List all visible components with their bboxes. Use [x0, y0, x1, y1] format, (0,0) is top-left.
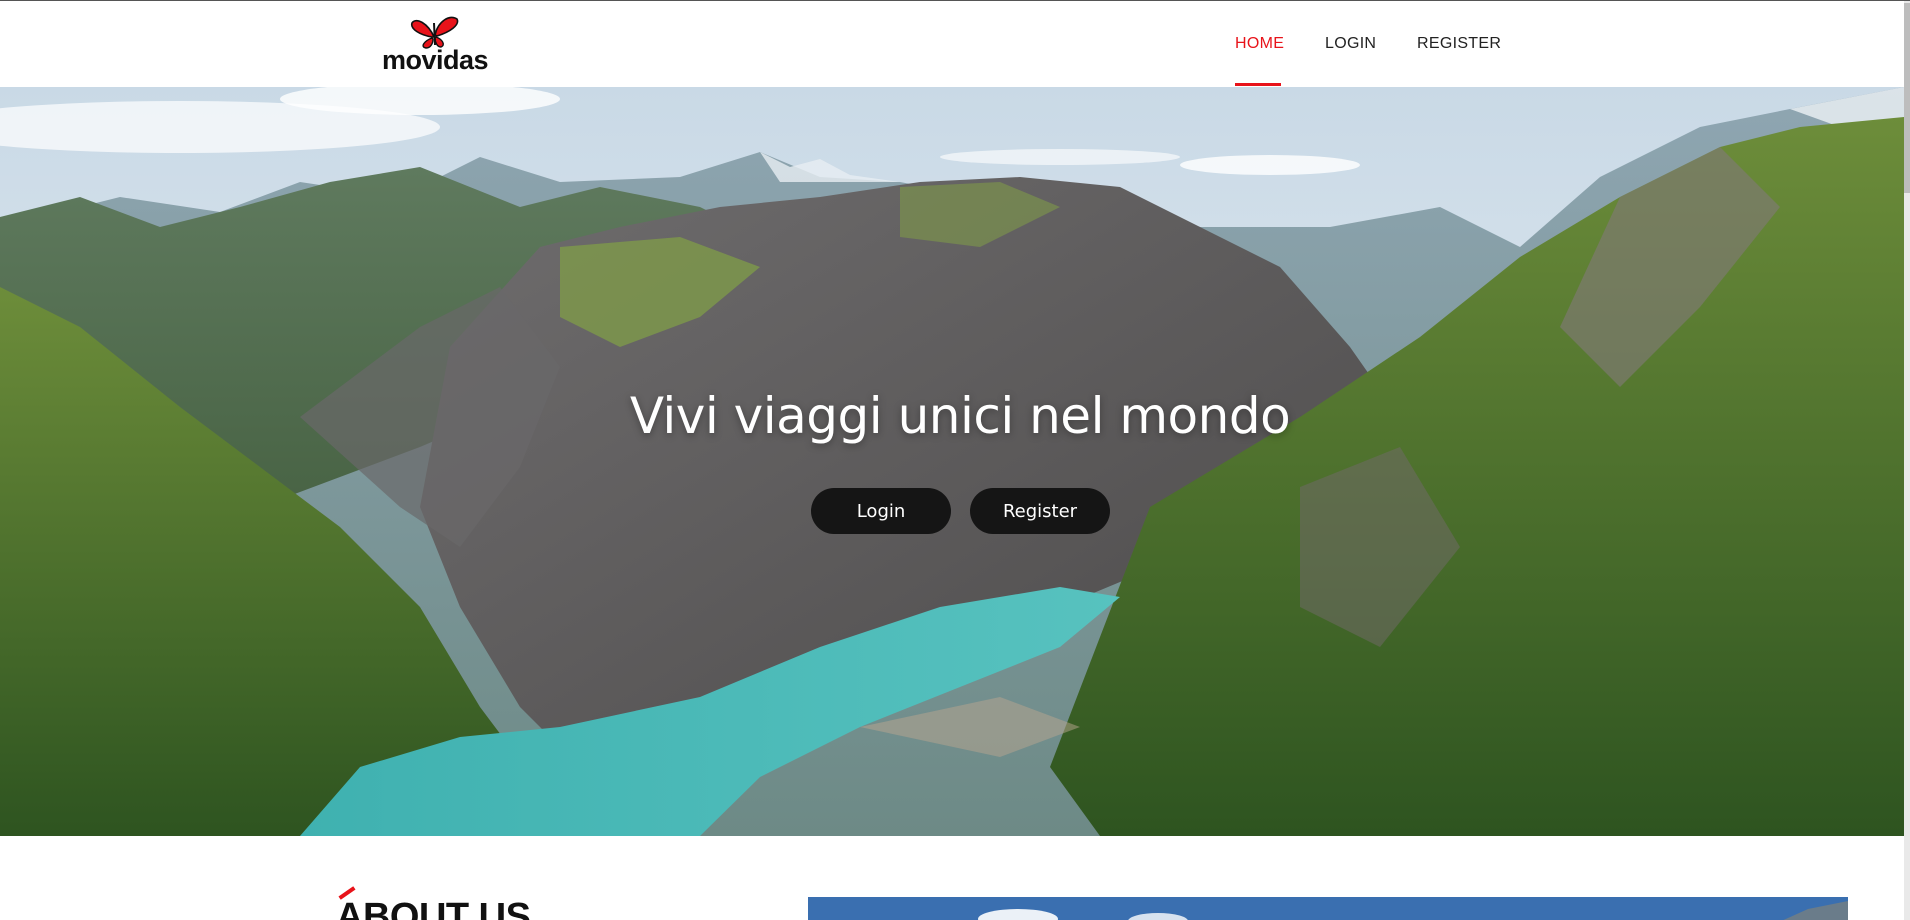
about-sky-image	[808, 897, 1848, 920]
about-title: ABOUT US	[336, 896, 531, 920]
page-scrollbar[interactable]	[1904, 1, 1910, 920]
nav-login[interactable]: LOGIN	[1325, 35, 1376, 53]
about-image	[808, 897, 1848, 920]
hero-section: Vivi viaggi unici nel mondo Login Regist…	[0, 87, 1904, 836]
nav-register[interactable]: REGISTER	[1417, 35, 1501, 53]
scrollbar-thumb[interactable]	[1904, 3, 1910, 193]
nav-home[interactable]: HOME	[1235, 35, 1284, 53]
main-nav: HOME LOGIN REGISTER	[0, 1, 1904, 87]
site-header: movidas HOME LOGIN REGISTER	[0, 1, 1904, 87]
nav-active-indicator	[1235, 83, 1281, 86]
hero-register-button[interactable]: Register	[970, 488, 1110, 534]
page: movidas HOME LOGIN REGISTER Vivi viaggi …	[0, 0, 1910, 920]
hero-mountain-image	[0, 87, 1904, 836]
hero-title: Vivi viaggi unici nel mondo	[629, 387, 1291, 445]
hero-login-button[interactable]: Login	[811, 488, 951, 534]
